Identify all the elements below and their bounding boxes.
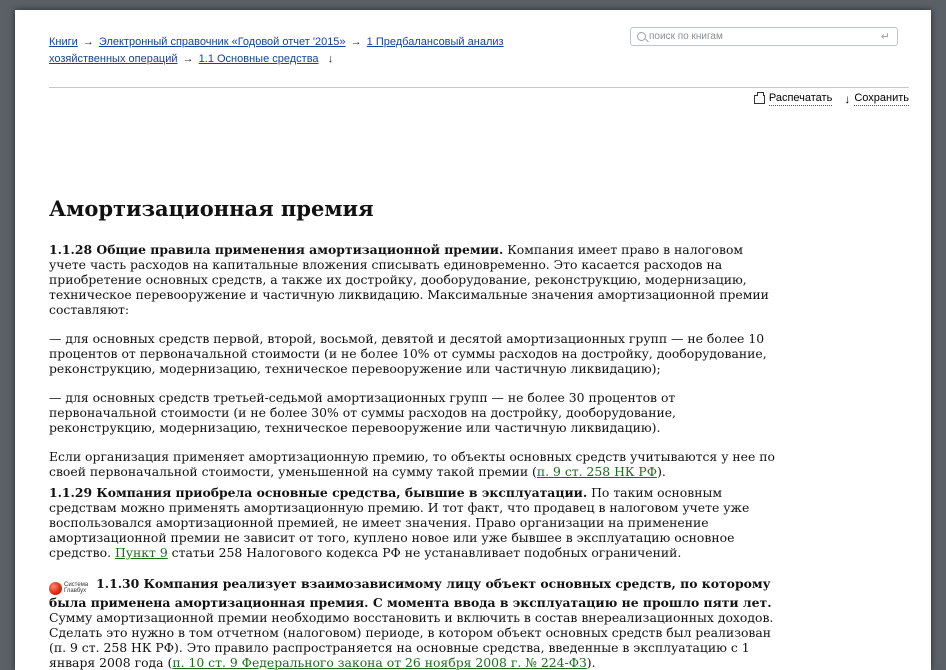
header-divider (49, 87, 909, 88)
save-button[interactable]: ↓ Сохранить (844, 92, 909, 106)
list-item-paragraph: — для основных средств третьей-седьмой а… (49, 390, 676, 435)
section-3-text: ). (586, 654, 596, 670)
breadcrumb-link-handbook[interactable]: Электронный справочник «Годовой отчет '2… (99, 36, 346, 48)
enter-icon[interactable]: ↵ (881, 30, 890, 43)
section-2-paragraph: 1.1.29 Компания приобрела основные средс… (49, 485, 779, 560)
paragraph: Если организация применяет амортизационн… (49, 449, 779, 479)
section-2-heading: 1.1.29 Компания приобрела основные средс… (49, 485, 588, 500)
printer-icon (753, 91, 765, 104)
search-box[interactable]: ↵ (630, 27, 898, 46)
breadcrumb-link-books[interactable]: Книги (49, 36, 78, 48)
breadcrumb-link-fixed-assets[interactable]: 1.1 Основные средства (199, 53, 319, 65)
law-link[interactable]: Пункт 9 (115, 545, 168, 560)
glavbukh-logo-icon (49, 581, 62, 595)
toolbar: Распечатать ↓ Сохранить (753, 91, 909, 106)
breadcrumb: Книги → Электронный справочник «Годовой … (49, 34, 519, 68)
breadcrumb-separator: → (350, 36, 362, 48)
download-icon: ↓ (844, 92, 851, 106)
section-2-text: статьи 258 Налогового кодекса РФ не уста… (167, 545, 682, 560)
glavbukh-badge[interactable]: Система Главбух (49, 581, 88, 595)
list-item-paragraph: — для основных средств первой, второй, в… (49, 331, 767, 376)
section-1-paragraph: 1.1.28 Общие правила применения амортиза… (49, 242, 779, 317)
search-input[interactable] (649, 29, 869, 44)
breadcrumb-separator: → (82, 36, 94, 48)
document-page: Книги → Электронный справочник «Годовой … (15, 10, 931, 670)
print-button[interactable]: Распечатать (753, 91, 833, 106)
section-1-heading: 1.1.28 Общие правила применения амортиза… (49, 242, 504, 257)
section-3-heading: 1.1.30 Компания реализует взаимозависимо… (49, 576, 772, 610)
page-title: Амортизационная премия (49, 196, 374, 221)
breadcrumb-down-icon[interactable]: ↓ (328, 53, 334, 65)
paragraph-text: ). (657, 464, 666, 479)
article-body: 1.1.28 Общие правила применения амортиза… (49, 242, 779, 670)
badge-line: Главбух (64, 588, 87, 595)
law-link[interactable]: п. 10 ст. 9 Федерального закона от 26 но… (172, 655, 586, 670)
save-label: Сохранить (854, 92, 909, 106)
paragraph-text: Если организация применяет амортизационн… (49, 449, 776, 479)
search-icon (637, 32, 646, 41)
section-3-paragraph: Система Главбух1.1.30 Компания реализует … (49, 576, 779, 670)
breadcrumb-separator: → (182, 53, 194, 65)
law-link[interactable]: п. 9 ст. 258 НК РФ (537, 464, 657, 479)
print-label: Распечатать (768, 92, 833, 106)
